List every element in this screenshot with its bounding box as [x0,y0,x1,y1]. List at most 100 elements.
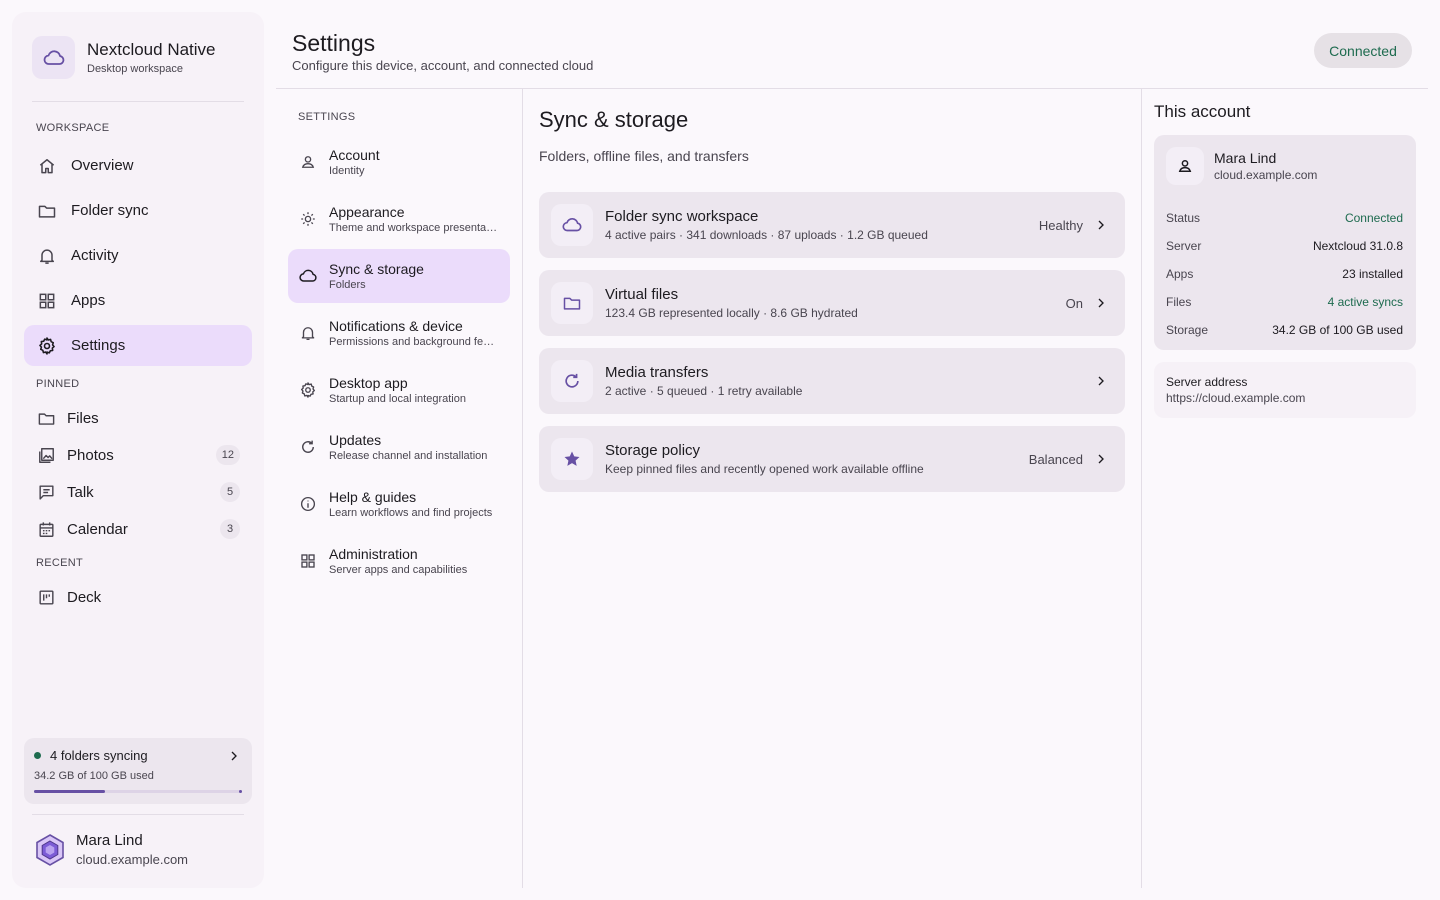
refresh-icon [551,360,593,402]
settings-item-title: Updates [329,431,382,448]
header-divider [276,88,1428,89]
row-value: 4 active syncs [1327,295,1403,309]
sidebar-item-activity[interactable]: Activity [24,235,252,276]
divider [32,101,244,102]
settings-item-title: Help & guides [329,488,417,505]
sidebar-item-label: Overview [71,157,134,174]
settings-item-title: Appearance [329,203,405,220]
page-title: Settings [292,30,376,56]
account-name: Mara Lind [1214,150,1277,166]
settings-item-subtitle: Theme and workspace presentation [329,221,499,234]
home-icon [36,155,58,177]
chevron-right-icon [1093,373,1109,389]
settings-section-label: SETTINGS [298,111,356,123]
pinned-item-label: Files [67,409,99,427]
folder-icon [36,408,56,428]
sidebar-item-overview[interactable]: Overview [24,145,252,186]
user-profile[interactable]: Mara Lind cloud.example.com [32,832,188,868]
storage-progress-fill [34,790,106,793]
grid-icon [298,551,318,571]
sidebar-item-apps[interactable]: Apps [24,280,252,321]
settings-item-desktop-app[interactable]: Desktop app Startup and local integration [288,363,510,417]
sidebar-item-label: Settings [71,337,126,354]
sun-icon [298,209,318,229]
account-row-storage: Storage 34.2 GB of 100 GB used [1166,323,1403,337]
brand: Nextcloud Native Desktop workspace [32,36,216,79]
sidebar-item-label: Apps [71,292,106,309]
recent-item-deck[interactable]: Deck [24,579,252,615]
settings-item-subtitle: Identity [329,164,365,177]
settings-item-sync-storage[interactable]: Sync & storage Folders [288,249,510,303]
chevron-right-icon [1093,217,1109,233]
account-row-files: Files 4 active syncs [1166,295,1403,309]
server-address-value: https://cloud.example.com [1166,391,1306,405]
settings-item-subtitle: Startup and local integration [329,392,466,405]
card-subtitle: 2 active · 5 queued · 1 retry available [605,384,803,398]
sidebar-item-label: Activity [71,247,119,264]
unread-count-badge: 5 [220,482,240,502]
cloud-icon [298,266,318,286]
row-key: Apps [1166,267,1194,281]
info-icon [298,494,318,514]
sync-status-card[interactable]: 4 folders syncing 34.2 GB of 100 GB used [24,738,252,804]
pinned-item-label: Photos [67,446,114,464]
chevron-right-icon [226,748,242,764]
bell-icon [36,245,58,267]
sidebar-item-folder-sync[interactable]: Folder sync [24,190,252,231]
pinned-item-label: Calendar [67,520,128,538]
settings-item-help[interactable]: Help & guides Learn workflows and find pr… [288,477,510,531]
folder-icon [551,282,593,324]
settings-item-appearance[interactable]: Appearance Theme and workspace presentati… [288,192,510,246]
settings-item-notifications[interactable]: Notifications & device Permissions and ba… [288,306,510,360]
row-key: Server [1166,239,1202,253]
pinned-item-label: Talk [67,483,94,501]
chevron-right-icon [1093,295,1109,311]
row-key: Files [1166,295,1192,309]
connection-status-badge[interactable]: Connected [1314,33,1412,68]
account-host: cloud.example.com [1214,168,1318,182]
server-address-card[interactable]: Server address https://cloud.example.com [1154,362,1416,418]
server-address-label: Server address [1166,375,1248,389]
card-status: Healthy [1038,217,1083,233]
account-panel-title: This account [1154,102,1251,121]
user-name: Mara Lind [76,832,143,849]
card-virtual-files[interactable]: Virtual files 123.4 GB represented locall… [539,270,1125,336]
settings-item-subtitle: Learn workflows and find projects [329,506,493,519]
account-row-server: Server Nextcloud 31.0.8 [1166,239,1403,253]
app-name: Nextcloud Native [87,40,216,59]
deck-icon [36,587,56,607]
settings-item-account[interactable]: Account Identity [288,135,510,189]
card-status: Balanced [1028,451,1083,467]
row-value: 34.2 GB of 100 GB used [1272,323,1403,337]
account-card: Mara Lind cloud.example.com Status Connec… [1154,135,1416,350]
gear-icon [36,335,58,357]
pinned-item-calendar[interactable]: Calendar 3 [24,511,252,547]
settings-item-updates[interactable]: Updates Release channel and installation [288,420,510,474]
settings-item-administration[interactable]: Administration Server apps and capabiliti… [288,534,510,588]
card-media-transfers[interactable]: Media transfers 2 active · 5 queued · 1 r… [539,348,1125,414]
sidebar-item-label: Folder sync [71,202,149,219]
pinned-item-talk[interactable]: Talk 5 [24,474,252,510]
section-title: Sync & storage [539,107,689,132]
card-folder-sync-workspace[interactable]: Folder sync workspace 4 active pairs · 34… [539,192,1125,258]
pinned-item-photos[interactable]: Photos 12 [24,437,252,473]
pinned-item-files[interactable]: Files [24,400,252,436]
sidebar: Nextcloud Native Desktop workspace WORKS… [12,12,264,888]
settings-item-subtitle: Folders [329,278,366,291]
avatar [32,832,68,868]
unread-count-badge: 3 [220,519,240,539]
card-storage-policy[interactable]: Storage policy Keep pinned files and rece… [539,426,1125,492]
unread-count-badge: 12 [215,445,240,465]
row-value: Nextcloud 31.0.8 [1312,239,1403,253]
gear-icon [298,380,318,400]
cloud-icon [551,204,593,246]
sync-status-dot [34,752,41,759]
settings-item-subtitle: Permissions and background features [329,335,499,348]
column-divider [522,89,523,888]
row-key: Storage [1166,323,1209,337]
card-subtitle: 123.4 GB represented locally · 8.6 GB hy… [605,306,858,320]
card-status: On [1065,295,1083,311]
account-row-status: Status Connected [1166,211,1403,225]
star-icon [551,438,593,480]
sidebar-item-settings[interactable]: Settings [24,325,252,366]
